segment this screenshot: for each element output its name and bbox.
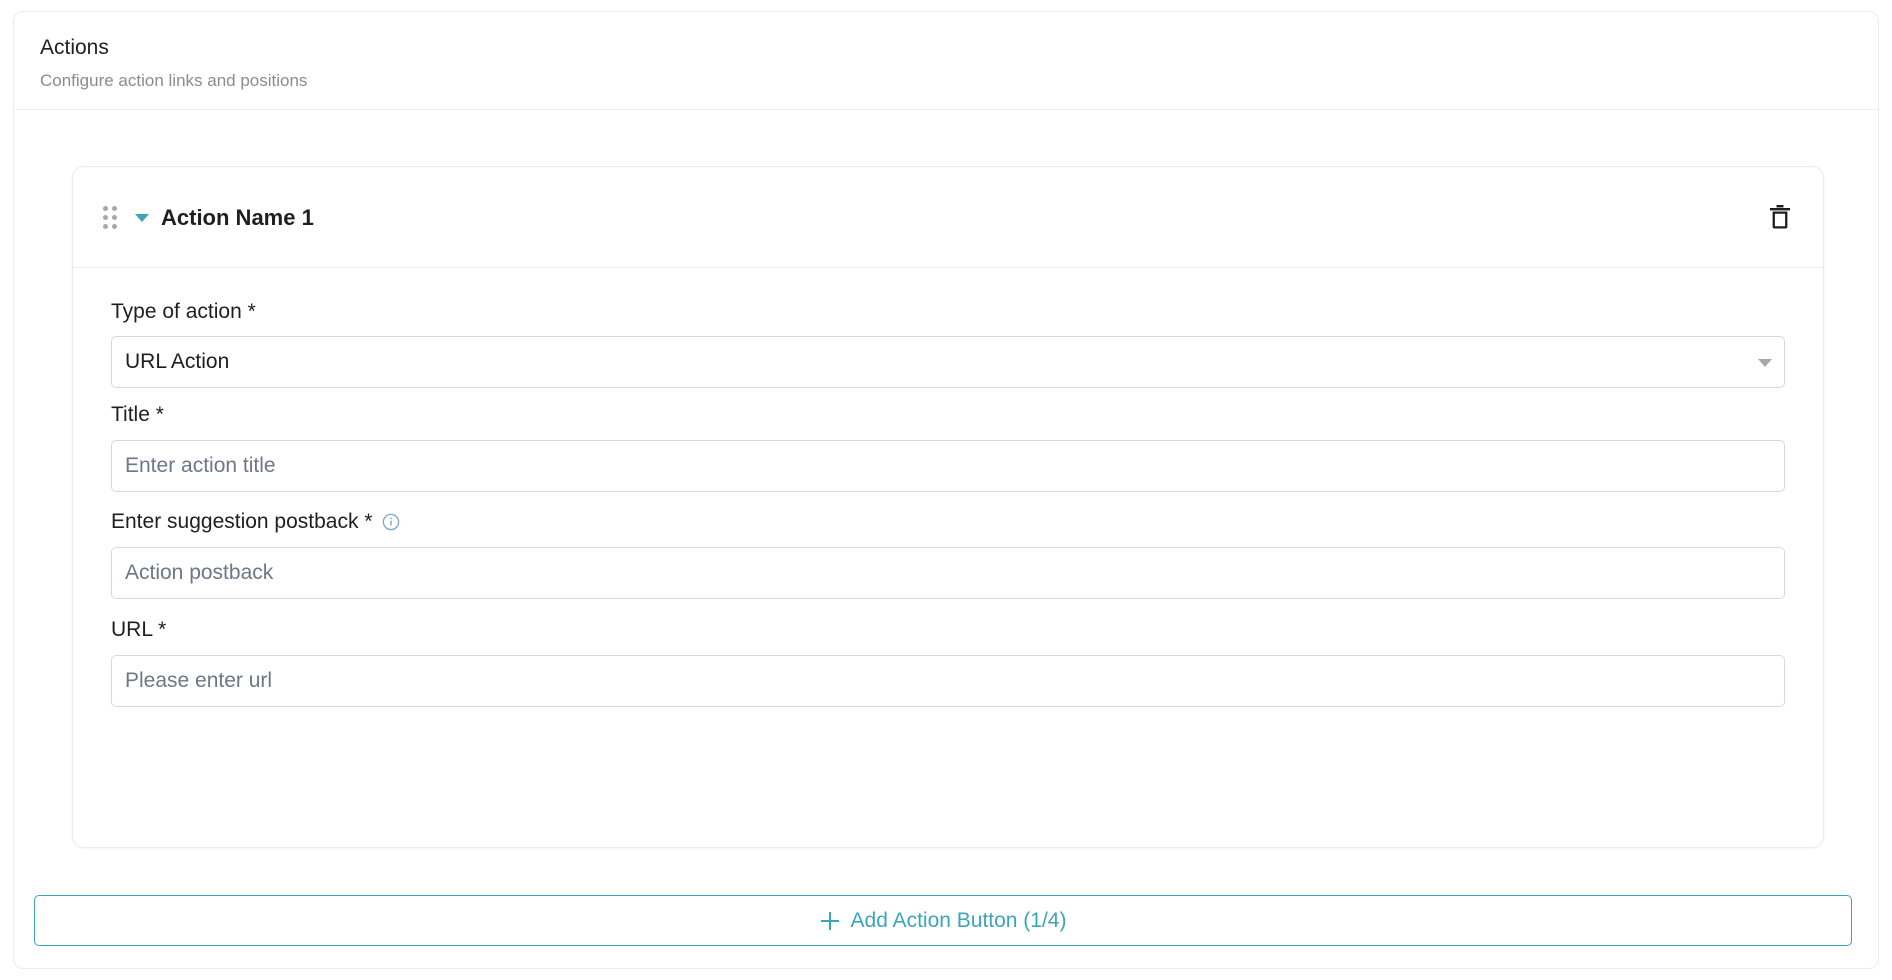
info-icon[interactable] bbox=[382, 513, 400, 531]
action-name: Action Name 1 bbox=[161, 205, 314, 230]
url-label: URL * bbox=[111, 618, 167, 641]
type-select-value: URL Action bbox=[125, 350, 230, 373]
add-action-button[interactable]: Add Action Button (1/4) bbox=[34, 895, 1852, 946]
panel-subtitle: Configure action links and positions bbox=[40, 71, 308, 90]
collapse-caret-icon[interactable] bbox=[135, 214, 149, 222]
plus-icon bbox=[820, 911, 839, 930]
url-input[interactable] bbox=[111, 655, 1785, 707]
url-field: URL * bbox=[111, 618, 1785, 707]
action-card: Action Name 1 Type of action * URL Actio… bbox=[72, 166, 1824, 848]
type-label: Type of action * bbox=[111, 300, 256, 323]
postback-label-row: Enter suggestion postback * bbox=[111, 511, 1785, 532]
chevron-down-icon bbox=[1758, 359, 1772, 367]
title-label: Title * bbox=[111, 403, 164, 426]
postback-label: Enter suggestion postback * bbox=[111, 510, 373, 533]
actions-panel: Actions Configure action links and posit… bbox=[13, 11, 1879, 969]
postback-input[interactable] bbox=[111, 547, 1785, 599]
add-action-label: Add Action Button (1/4) bbox=[850, 908, 1067, 932]
postback-field: Enter suggestion postback * bbox=[111, 511, 1785, 599]
delete-action-button[interactable] bbox=[1767, 203, 1793, 233]
panel-header: Actions Configure action links and posit… bbox=[14, 12, 1878, 110]
type-select[interactable]: URL Action bbox=[111, 336, 1785, 388]
title-field: Title * bbox=[111, 403, 1785, 492]
title-input[interactable] bbox=[111, 440, 1785, 492]
drag-handle-icon[interactable] bbox=[103, 206, 117, 230]
type-field: Type of action * URL Action bbox=[111, 300, 1785, 388]
panel-title: Actions bbox=[40, 36, 109, 59]
action-card-header: Action Name 1 bbox=[73, 167, 1823, 268]
trash-icon bbox=[1770, 204, 1790, 228]
